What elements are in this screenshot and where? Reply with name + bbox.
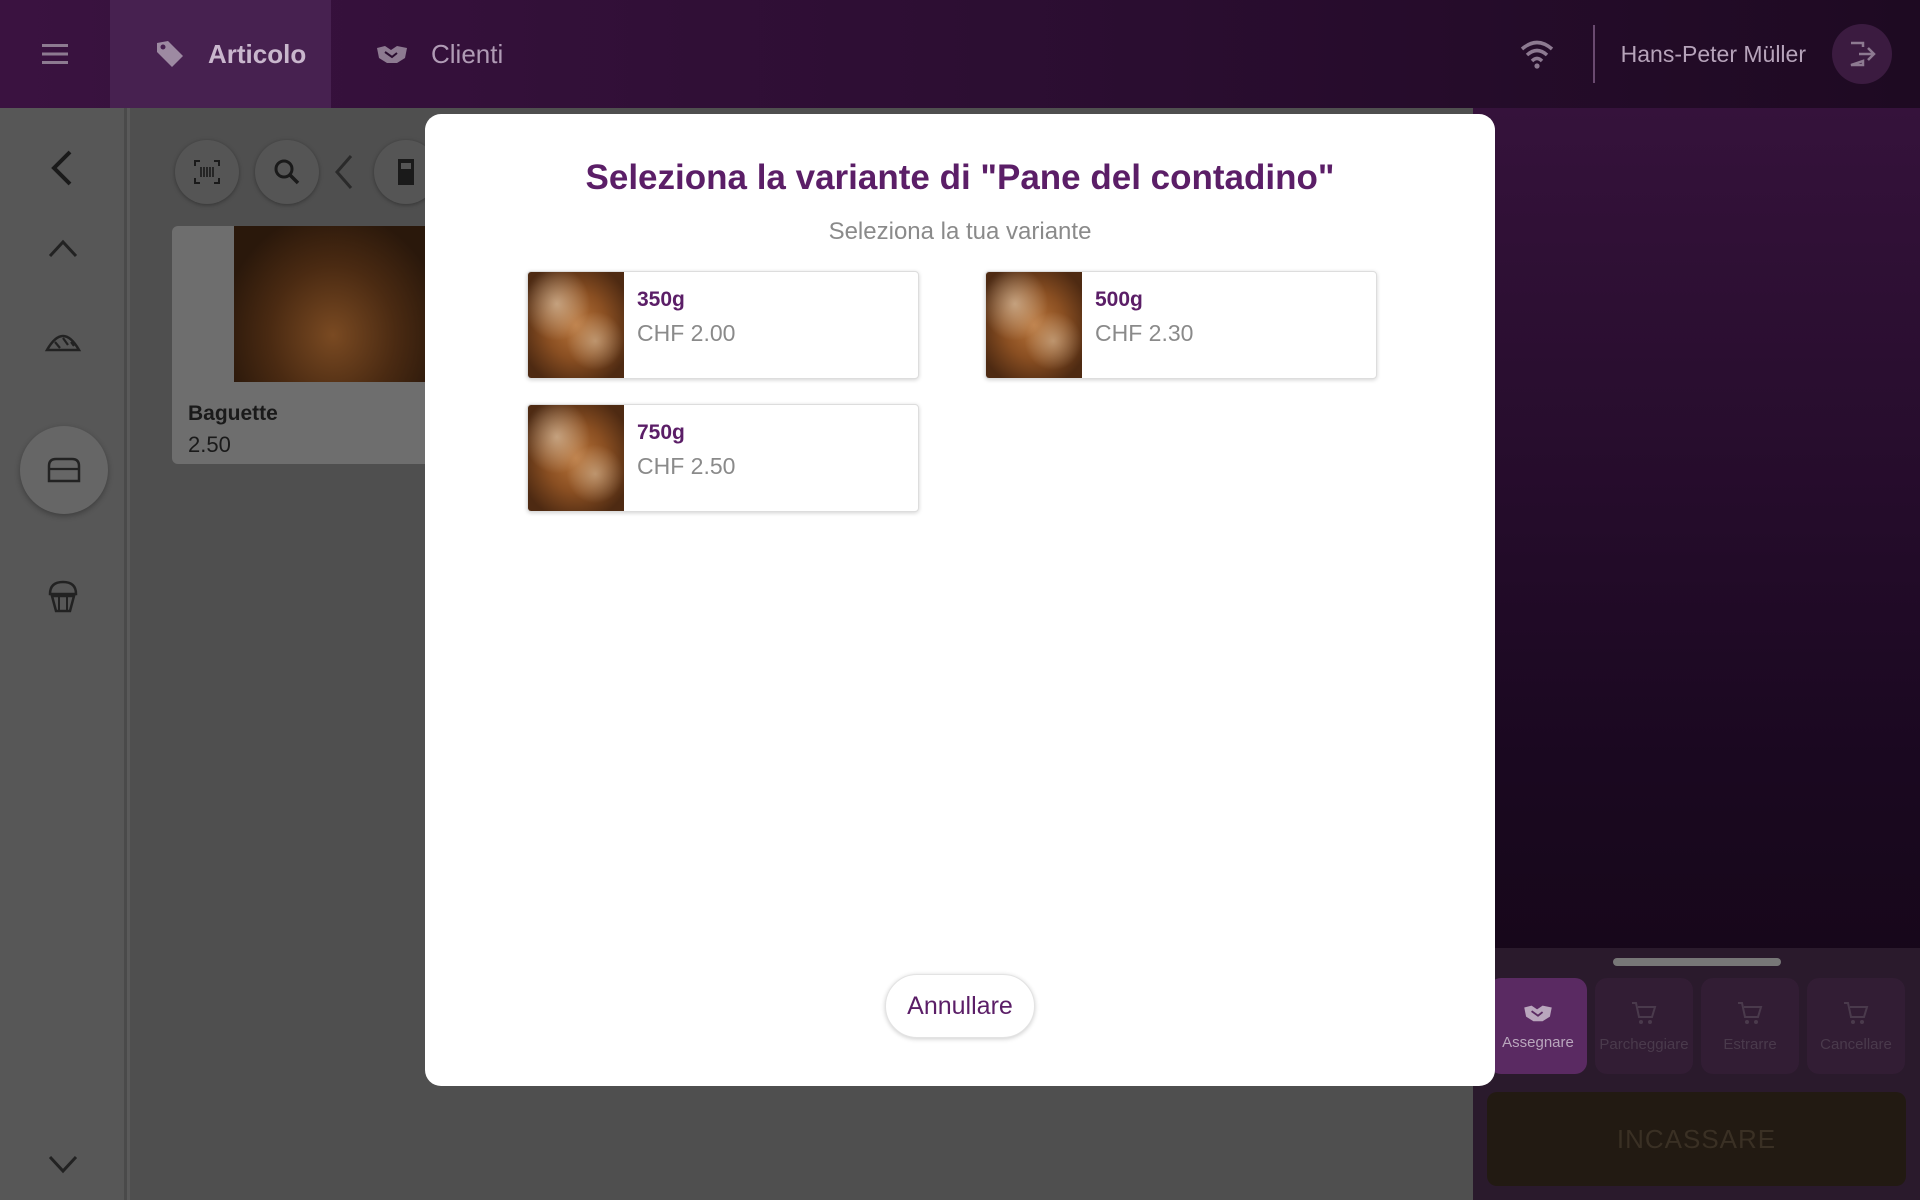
dialog-title: Seleziona la variante di "Pane del conta… xyxy=(585,158,1335,197)
search-icon xyxy=(274,159,300,185)
cart-icon xyxy=(1632,1001,1657,1024)
variant-option[interactable]: 750g CHF 2.50 xyxy=(527,404,919,512)
charge-button[interactable]: INCASSARE xyxy=(1487,1092,1906,1186)
variant-image xyxy=(528,272,624,378)
extract-button[interactable]: Estrarre xyxy=(1701,978,1799,1074)
wifi-icon xyxy=(1520,40,1553,69)
cancel-cart-button[interactable]: Cancellare xyxy=(1807,978,1905,1074)
chevron-down-icon[interactable] xyxy=(46,1152,80,1176)
variant-price: CHF 2.00 xyxy=(637,320,736,346)
bread-box-icon xyxy=(47,457,81,483)
dialog-subtitle: Seleziona la tua variante xyxy=(828,218,1092,245)
door-icon xyxy=(398,159,414,185)
chevron-up-icon[interactable] xyxy=(46,236,80,260)
product-card[interactable]: Baguette 2.50 xyxy=(172,226,432,464)
variant-price: CHF 2.30 xyxy=(1095,320,1194,346)
variant-option[interactable]: 500g CHF 2.30 xyxy=(985,271,1377,379)
variant-image xyxy=(986,272,1082,378)
variant-dialog: Seleziona la variante di "Pane del conta… xyxy=(425,114,1495,1086)
hamburger-menu-icon xyxy=(42,44,68,64)
divider xyxy=(1592,25,1595,83)
variant-name: 350g xyxy=(637,288,685,311)
logout-button[interactable] xyxy=(1832,24,1892,84)
assign-button[interactable]: Assegnare xyxy=(1489,978,1587,1074)
action-label: Cancellare xyxy=(1820,1035,1892,1053)
tag-icon xyxy=(154,37,186,71)
menu-button[interactable] xyxy=(0,0,110,108)
product-price: 2.50 xyxy=(188,432,231,457)
tab-articolo[interactable]: Articolo xyxy=(110,0,331,108)
variant-image xyxy=(528,405,624,511)
handshake-icon xyxy=(1524,1005,1552,1021)
action-label: Assegnare xyxy=(1502,1033,1574,1051)
product-name: Baguette xyxy=(188,402,278,425)
barcode-icon xyxy=(194,160,220,184)
cancel-button[interactable]: Annullare xyxy=(885,974,1035,1038)
category-bread-selected[interactable] xyxy=(20,426,108,514)
user-name: Hans-Peter Müller xyxy=(1620,40,1806,67)
back-arrow-icon[interactable] xyxy=(46,148,80,188)
action-label: Parcheggiare xyxy=(1599,1035,1689,1053)
category-rail xyxy=(0,108,127,1200)
cupcake-icon[interactable] xyxy=(46,578,80,614)
barcode-scan-button[interactable] xyxy=(175,140,239,204)
cart-icon xyxy=(1844,1001,1869,1024)
handshake-icon xyxy=(375,37,409,71)
logout-icon xyxy=(1850,41,1876,67)
park-button[interactable]: Parcheggiare xyxy=(1595,978,1693,1074)
variant-price: CHF 2.50 xyxy=(637,453,736,479)
drag-handle[interactable] xyxy=(1613,958,1781,966)
bread-loaf-icon[interactable] xyxy=(44,328,82,358)
cart-panel: Assegnare Parcheggiare Estrarre Cancella… xyxy=(1473,108,1920,1200)
tab-label: Clienti xyxy=(431,38,504,69)
action-label: Estrarre xyxy=(1723,1035,1777,1053)
search-button[interactable] xyxy=(255,140,319,204)
variant-name: 500g xyxy=(1095,288,1143,311)
top-bar: Articolo Clienti Hans-Peter Müller xyxy=(0,0,1920,108)
cart-icon xyxy=(1738,1001,1763,1024)
variant-name: 750g xyxy=(637,421,685,444)
cart-actions-area: Assegnare Parcheggiare Estrarre Cancella… xyxy=(1473,948,1920,1200)
tab-label: Articolo xyxy=(208,38,307,69)
variant-option[interactable]: 350g CHF 2.00 xyxy=(527,271,919,379)
tab-clienti[interactable]: Clienti xyxy=(331,0,537,108)
product-image xyxy=(234,226,432,382)
chevron-left-icon[interactable] xyxy=(333,152,355,192)
